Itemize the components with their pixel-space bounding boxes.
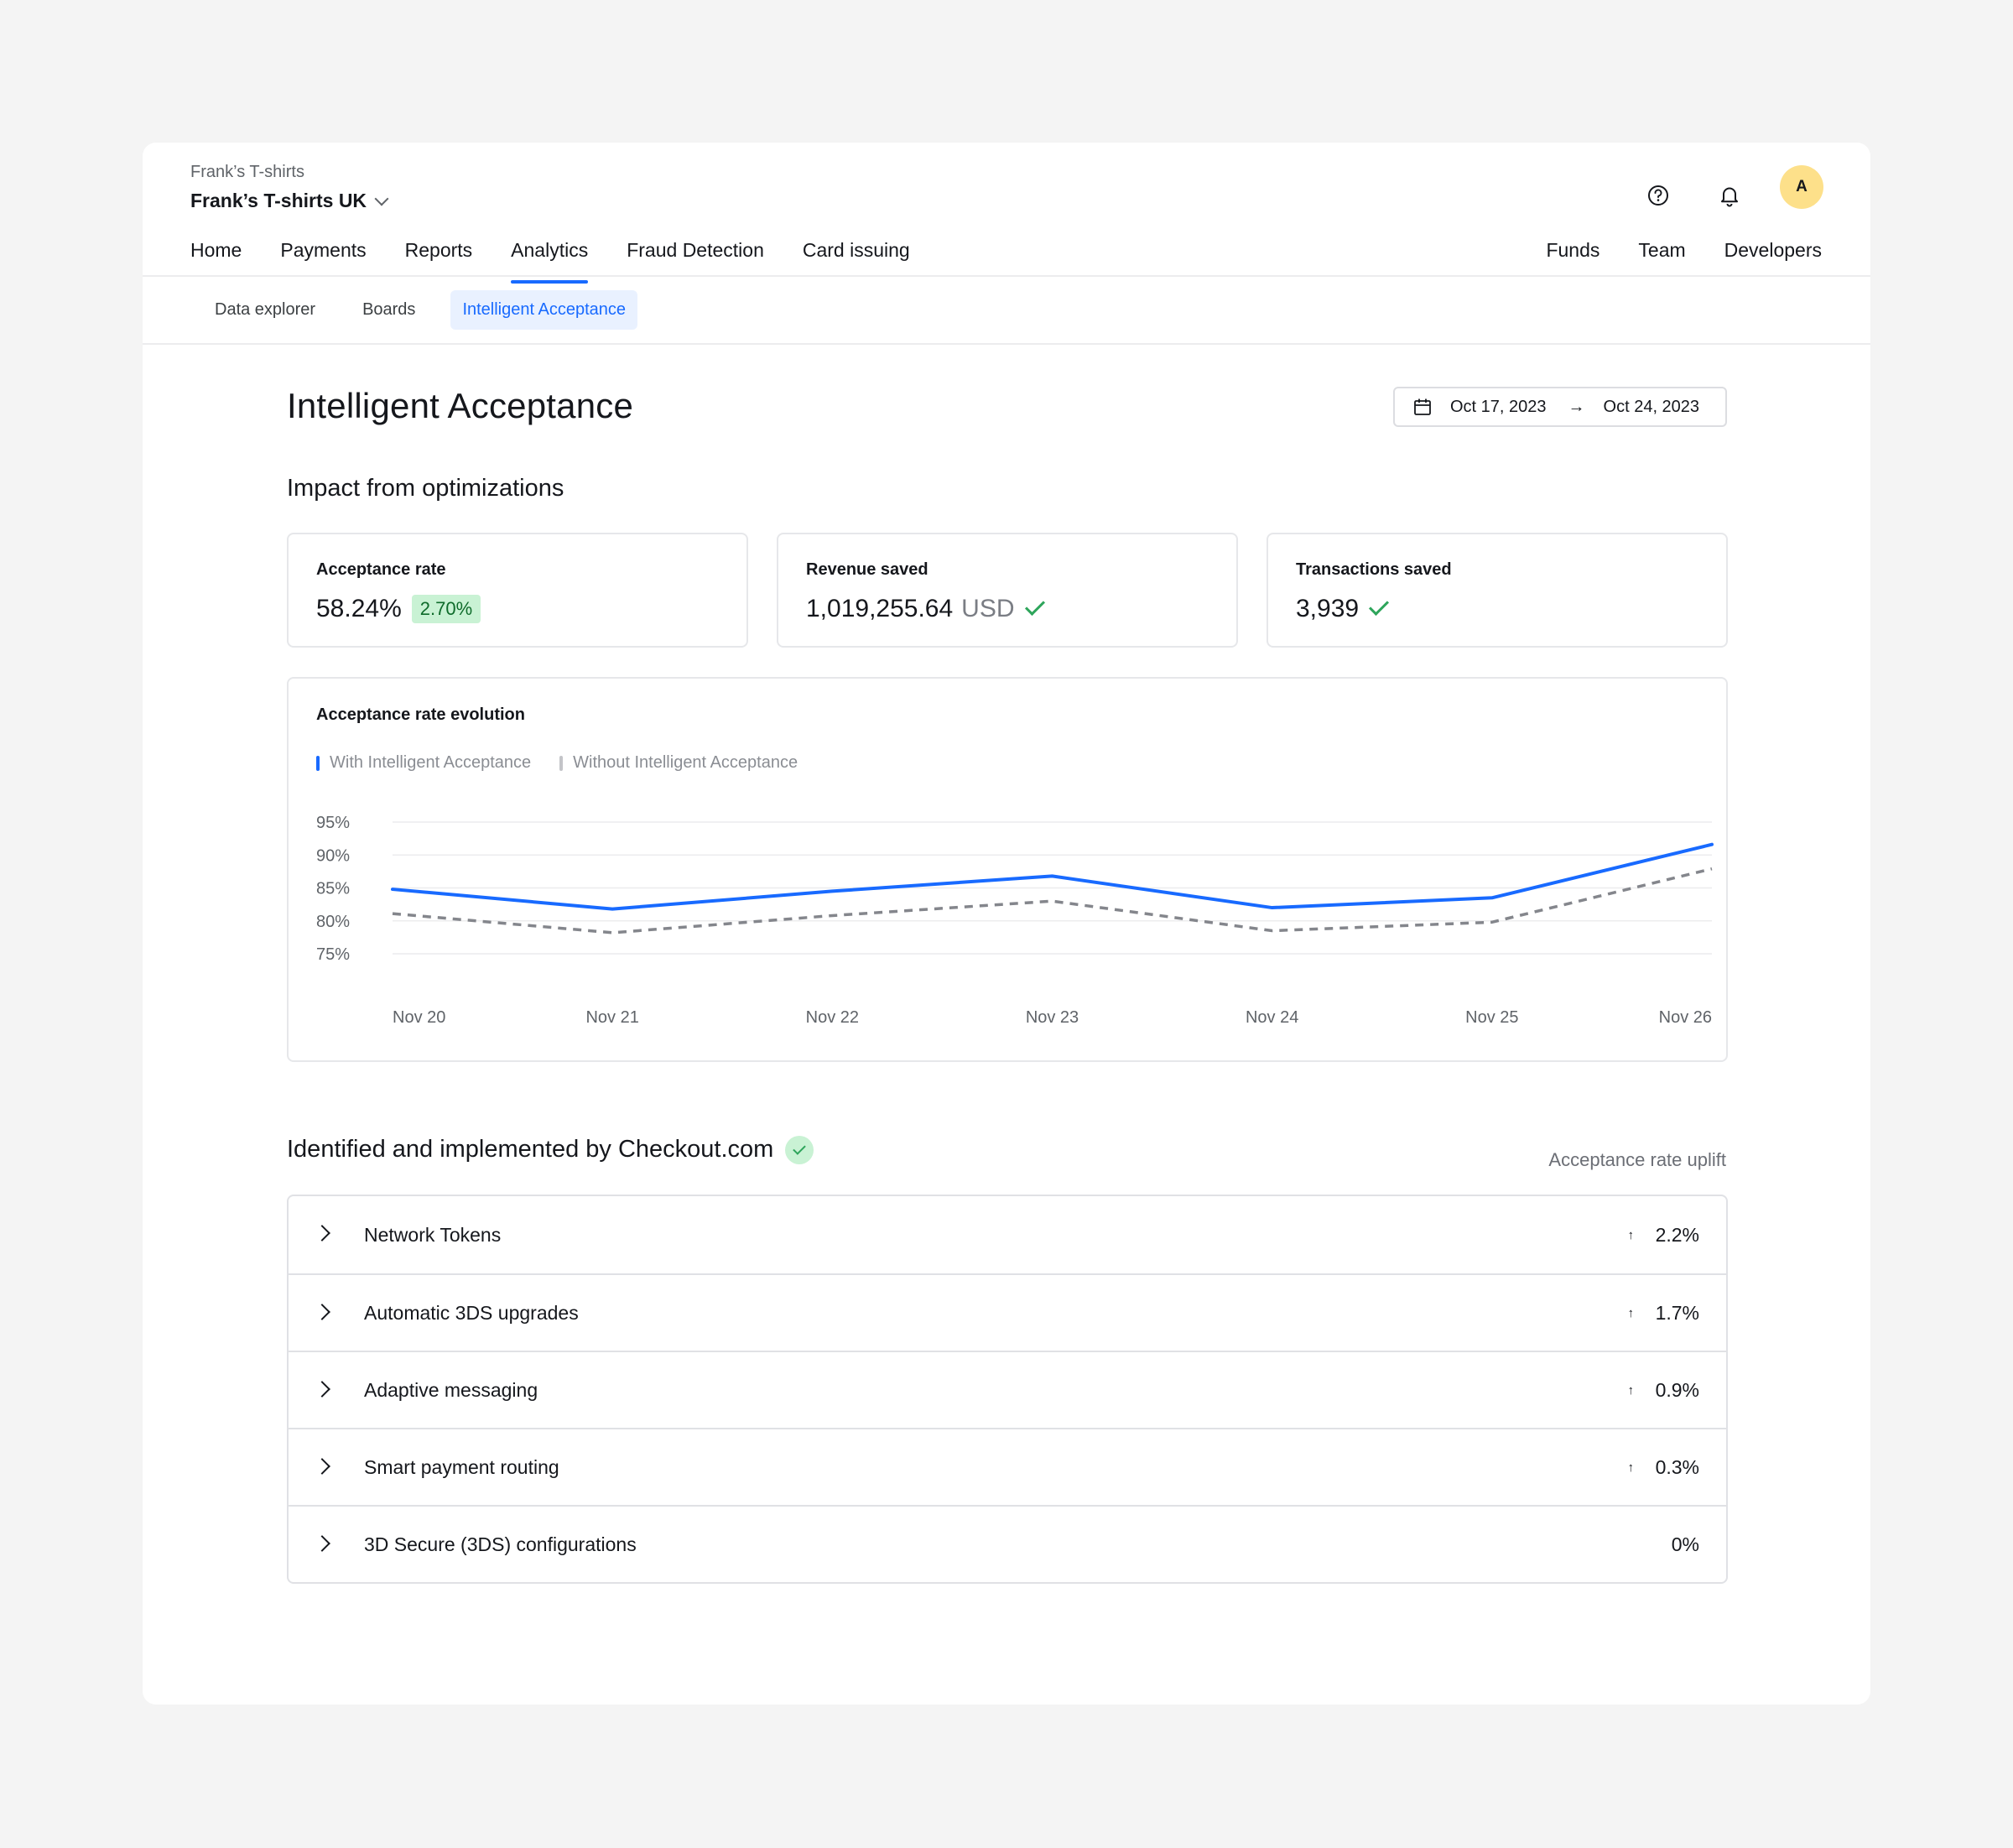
x-tick-label: Nov 21 (585, 1008, 638, 1027)
uplift-value: 0.3% (1655, 1455, 1699, 1478)
optimization-label: Automatic 3DS upgrades (364, 1301, 579, 1324)
list-item[interactable]: Adaptive messaging ↑ 0.9% (289, 1351, 1726, 1428)
optimization-label: 3D Secure (3DS) configurations (364, 1533, 637, 1555)
uplift-value: 0% (1671, 1533, 1699, 1555)
chevron-right-icon (314, 1458, 330, 1475)
implemented-title-text: Identified and implemented by Checkout.c… (287, 1136, 774, 1163)
subnav-divider (143, 343, 1870, 345)
arrow-up-icon: ↑ (1627, 1305, 1635, 1320)
notifications-button[interactable] (1709, 174, 1750, 216)
x-tick-label: Nov 25 (1465, 1008, 1518, 1027)
kpi-acceptance-rate: Acceptance rate 58.24% 2.70% (287, 533, 748, 648)
acceptance-rate-chart: 95% 90% 85% 80% 75% Nov 20 Nov 21 Nov 22 Nov 23 N… (316, 814, 1714, 1027)
kpi-value-row: 3,939 (1296, 595, 1390, 623)
list-item[interactable]: Automatic 3DS upgrades ↑ 1.7% (289, 1273, 1726, 1351)
kpi-value-row: 58.24% 2.70% (316, 595, 481, 623)
legend-swatch (559, 755, 564, 771)
page-title: Intelligent Acceptance (287, 386, 634, 425)
x-tick-label: Nov 26 (1659, 1008, 1712, 1027)
uplift-value: 2.2% (1655, 1223, 1699, 1246)
date-range-picker[interactable]: Oct 17, 2023 → Oct 24, 2023 (1393, 387, 1727, 427)
uplift-value: 0.9% (1655, 1378, 1699, 1401)
kpi-unit: USD (961, 595, 1015, 622)
list-item[interactable]: 3D Secure (3DS) configurations 0% (289, 1505, 1726, 1582)
chart-legend: With Intelligent Acceptance Without Inte… (316, 753, 798, 773)
x-tick-label: Nov 23 (1026, 1008, 1079, 1027)
check-circle-icon (785, 1136, 814, 1165)
impact-section-title: Impact from optimizations (287, 475, 564, 502)
chevron-right-icon (314, 1535, 330, 1552)
uplift-column-header: Acceptance rate uplift (1548, 1149, 1726, 1170)
check-icon (1369, 595, 1390, 617)
chart-title: Acceptance rate evolution (316, 705, 525, 724)
kpi-transactions-saved: Transactions saved 3,939 (1267, 533, 1728, 648)
bell-icon (1721, 187, 1738, 207)
acceptance-rate-chart-card: 95% 90% 85% 80% 75% Nov 20 Nov 21 Nov 22 Nov 23 N… (287, 677, 1728, 1062)
kpi-value: 1,019,255.64 (806, 595, 954, 622)
y-tick-label: 85% (316, 880, 350, 898)
calendar-icon (1414, 398, 1431, 415)
org-switcher[interactable]: Frank’s T-shirts UK (190, 190, 389, 212)
legend-item-with[interactable]: With Intelligent Acceptance (316, 753, 531, 773)
kpi-revenue-saved: Revenue saved 1,019,255.64 USD (777, 533, 1238, 648)
x-tick-label: Nov 22 (806, 1008, 859, 1027)
legend-label: With Intelligent Acceptance (330, 753, 532, 772)
app-window: Frank’s T-shirts Frank’s T-shirts UK A H… (143, 143, 1870, 1705)
nav-divider (143, 275, 1870, 277)
avatar[interactable]: A (1780, 165, 1823, 209)
implemented-section-title: Identified and implemented by Checkout.c… (287, 1136, 814, 1165)
kpi-value: 58.24% (316, 595, 402, 622)
chevron-down-icon (374, 191, 389, 206)
optimizations-list: Network Tokens ↑ 2.2% Automatic 3DS upgr… (287, 1195, 1728, 1584)
check-icon (1024, 595, 1045, 617)
arrow-up-icon: ↑ (1627, 1460, 1635, 1475)
y-tick-label: 90% (316, 846, 350, 865)
y-tick-label: 80% (316, 913, 350, 931)
org-parent-label: Frank’s T-shirts (190, 163, 304, 181)
help-button[interactable] (1637, 174, 1679, 216)
date-from: Oct 17, 2023 (1450, 397, 1547, 416)
list-item[interactable]: Smart payment routing ↑ 0.3% (289, 1428, 1726, 1505)
chevron-right-icon (314, 1225, 330, 1242)
chevron-right-icon (314, 1381, 330, 1398)
org-name: Frank’s T-shirts UK (190, 190, 367, 211)
subnav-data-explorer[interactable]: Data explorer (203, 290, 327, 330)
x-tick-label: Nov 20 (393, 1008, 445, 1027)
subnav-intelligent-acceptance[interactable]: Intelligent Acceptance (450, 290, 638, 330)
date-to: Oct 24, 2023 (1603, 397, 1700, 416)
subnav-boards[interactable]: Boards (351, 290, 427, 330)
legend-label: Without Intelligent Acceptance (573, 753, 798, 772)
optimization-label: Adaptive messaging (364, 1378, 538, 1401)
sub-nav: Data explorer Boards Intelligent Accepta… (203, 290, 638, 330)
kpi-label: Revenue saved (806, 560, 928, 579)
y-tick-label: 75% (316, 945, 350, 964)
kpi-label: Acceptance rate (316, 560, 446, 579)
arrow-up-icon: ↑ (1627, 1227, 1635, 1242)
series-line-without (392, 867, 1713, 934)
kpi-value-row: 1,019,255.64 USD (806, 595, 1045, 623)
list-item[interactable]: Network Tokens ↑ 2.2% (289, 1196, 1726, 1273)
kpi-value: 3,939 (1296, 595, 1360, 622)
optimization-label: Smart payment routing (364, 1455, 559, 1478)
optimization-label: Network Tokens (364, 1223, 502, 1246)
uplift-value: 1.7% (1655, 1301, 1699, 1324)
legend-item-without[interactable]: Without Intelligent Acceptance (559, 753, 798, 773)
question-circle-icon (1648, 185, 1668, 206)
series-line-with (391, 842, 1714, 911)
kpi-change-badge: 2.70% (411, 595, 481, 623)
legend-swatch (316, 755, 320, 771)
x-tick-label: Nov 24 (1246, 1008, 1298, 1027)
y-tick-label: 95% (316, 814, 350, 832)
arrow-right-icon: → (1568, 397, 1585, 416)
chevron-right-icon (314, 1304, 330, 1320)
arrow-up-icon: ↑ (1627, 1382, 1635, 1398)
kpi-label: Transactions saved (1296, 560, 1452, 579)
